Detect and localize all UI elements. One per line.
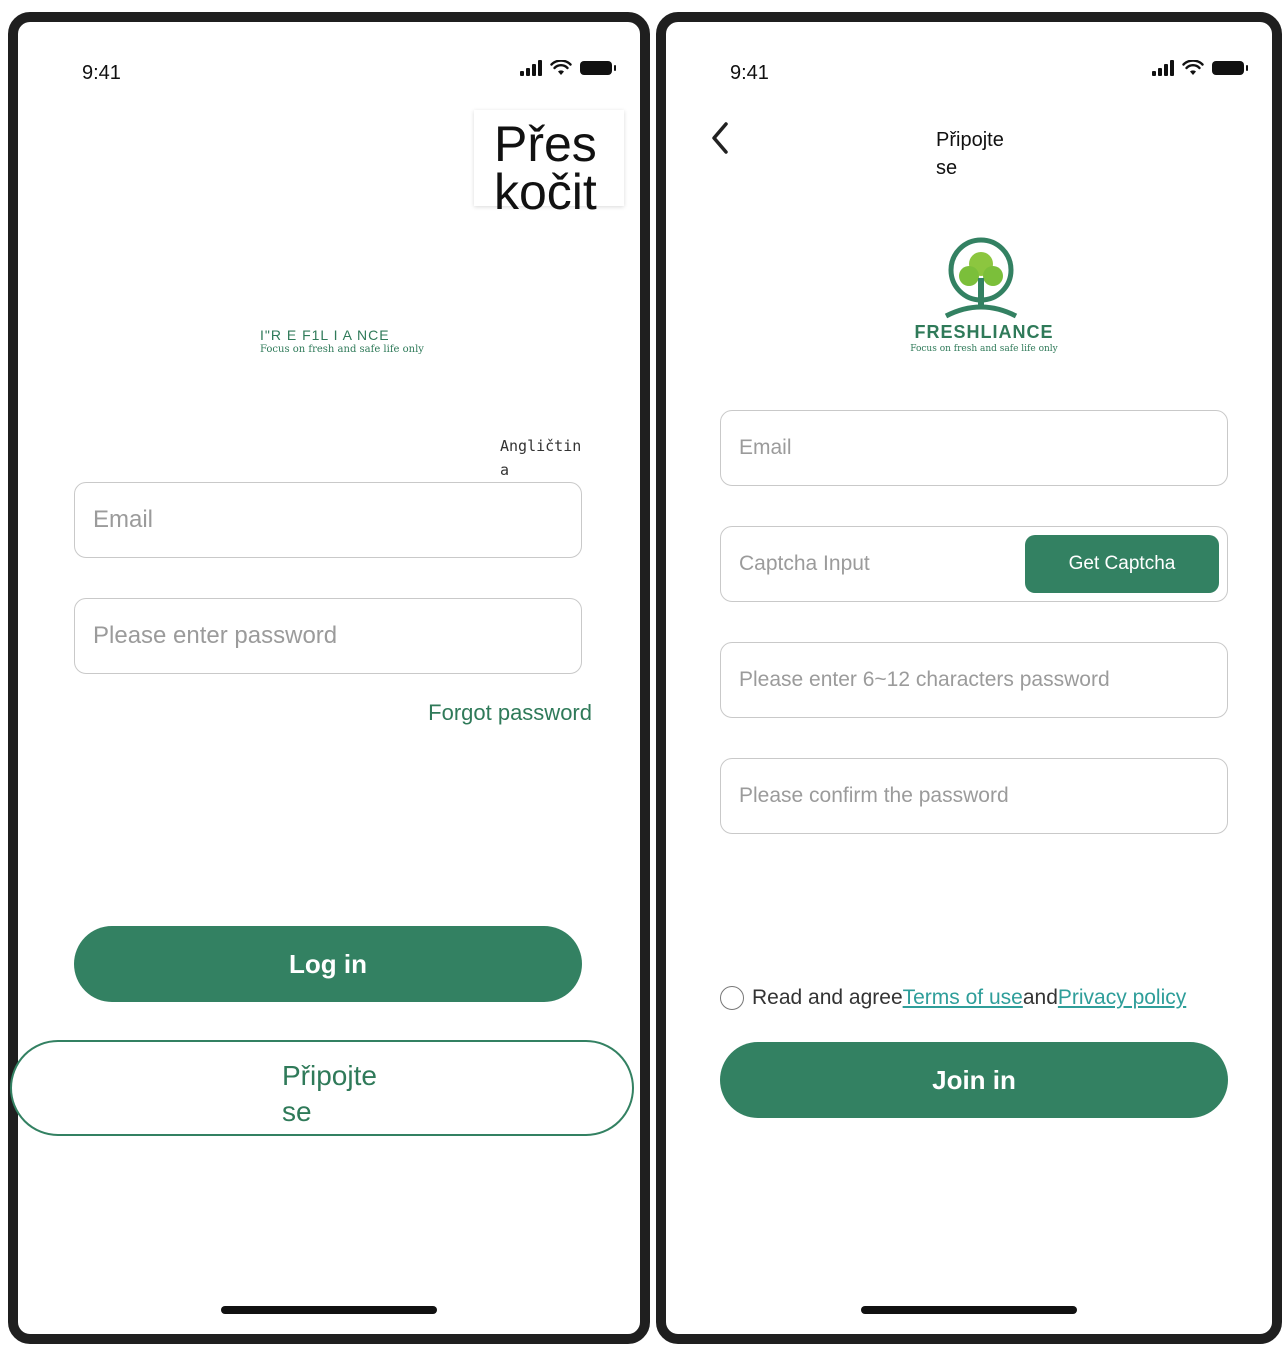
email-input[interactable] [75, 506, 581, 534]
confirm-password-field[interactable] [720, 758, 1228, 834]
join-button[interactable]: Připojte se [10, 1040, 634, 1136]
register-screen: 9:41 Připojte se FRESHLIANCE Focus on fr… [656, 12, 1282, 1344]
email-field[interactable] [720, 410, 1228, 486]
privacy-link[interactable]: Privacy policy [1058, 986, 1186, 1010]
battery-icon [1212, 61, 1248, 75]
signal-icon [520, 60, 542, 76]
home-indicator [861, 1306, 1077, 1314]
brand-tagline: Focus on fresh and safe life only [260, 344, 424, 355]
password-field[interactable] [74, 598, 582, 674]
radio-icon[interactable] [720, 986, 744, 1010]
agreement-row: Read and agree Terms of use and Privacy … [720, 986, 1186, 1010]
password-input[interactable] [75, 622, 581, 650]
confirm-password-input[interactable] [721, 784, 1227, 808]
status-time: 9:41 [82, 62, 121, 84]
brand-name: I"R E F1L I A NCE [260, 327, 390, 343]
and-text: and [1022, 986, 1058, 1009]
brand-name: FRESHLIANCE [914, 322, 1054, 342]
terms-link[interactable]: Terms of use [903, 986, 1023, 1010]
forgot-password-link[interactable]: Forgot password [428, 700, 592, 726]
battery-icon [580, 61, 616, 75]
agree-prefix: Read and agree [752, 986, 903, 1009]
login-button[interactable]: Log in [74, 926, 582, 1002]
signal-icon [1152, 60, 1174, 76]
email-field[interactable] [74, 482, 582, 558]
home-indicator [221, 1306, 437, 1314]
join-in-button[interactable]: Join in [720, 1042, 1228, 1118]
status-icons [520, 60, 616, 76]
get-captcha-button[interactable]: Get Captcha [1025, 535, 1219, 593]
page-title: Připojte se [936, 129, 1004, 179]
captcha-input[interactable] [721, 552, 1011, 576]
language-switch[interactable]: Angličtin a [500, 434, 582, 482]
wifi-icon [550, 60, 572, 75]
join-button-label: Připojte se [282, 1060, 377, 1127]
brand-tagline: Focus on fresh and safe life only [910, 344, 1058, 354]
password-field[interactable] [720, 642, 1228, 718]
skip-label[interactable]: Přes kočit [494, 119, 614, 217]
email-input[interactable] [721, 436, 1227, 460]
wifi-icon [1182, 60, 1204, 75]
status-icons [1152, 60, 1248, 76]
status-time: 9:41 [730, 62, 769, 84]
captcha-field[interactable]: Get Captcha [720, 526, 1228, 602]
login-screen: 9:41 Přes kočit I"R E F1L I A NCE Focus … [8, 12, 650, 1344]
back-chevron-icon[interactable] [706, 118, 736, 158]
password-input[interactable] [721, 668, 1227, 692]
tree-logo-icon [944, 237, 1018, 319]
